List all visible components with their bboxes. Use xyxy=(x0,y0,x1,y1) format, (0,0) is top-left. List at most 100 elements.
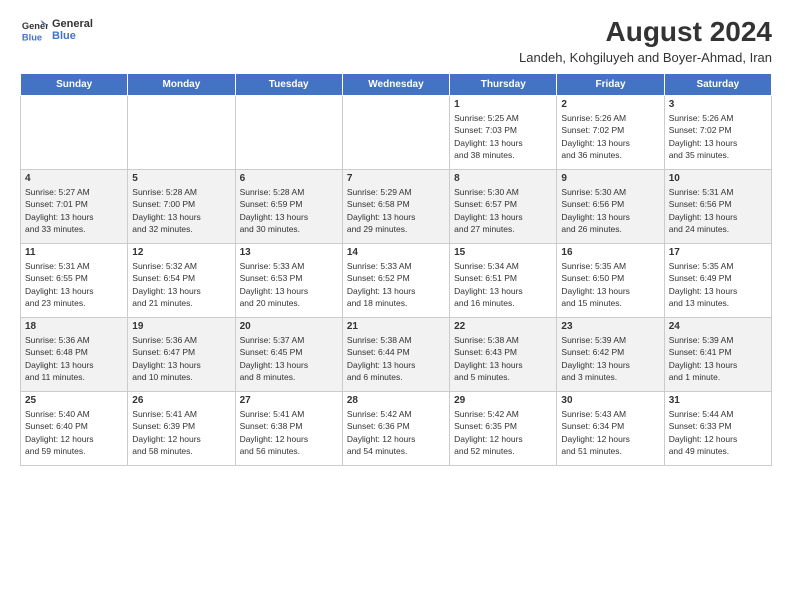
day-number: 27 xyxy=(240,395,338,406)
day-info: Sunrise: 5:41 AMSunset: 6:38 PMDaylight:… xyxy=(240,408,338,457)
calendar-day-cell: 1 Sunrise: 5:25 AMSunset: 7:03 PMDaylight… xyxy=(450,96,557,170)
day-info: Sunrise: 5:33 AMSunset: 6:52 PMDaylight:… xyxy=(347,260,445,309)
day-number: 24 xyxy=(669,321,767,332)
calendar-day-cell: 16Sunrise: 5:35 AMSunset: 6:50 PMDayligh… xyxy=(557,244,664,318)
calendar-day-cell: 8 Sunrise: 5:30 AMSunset: 6:57 PMDaylight… xyxy=(450,170,557,244)
day-info: Sunrise: 5:30 AMSunset: 6:57 PMDaylight:… xyxy=(454,186,552,235)
day-number: 4 xyxy=(25,173,123,184)
day-info: Sunrise: 5:30 AMSunset: 6:56 PMDaylight:… xyxy=(561,186,659,235)
weekday-header-cell: Thursday xyxy=(450,74,557,96)
calendar-day-cell: 27 Sunrise: 5:41 AMSunset: 6:38 PMDayligh… xyxy=(235,392,342,466)
weekday-header-cell: Sunday xyxy=(21,74,128,96)
calendar-day-cell: 30 Sunrise: 5:43 AMSunset: 6:34 PMDayligh… xyxy=(557,392,664,466)
calendar-day-cell: 22 Sunrise: 5:38 AMSunset: 6:43 PMDayligh… xyxy=(450,318,557,392)
calendar-day-cell: 15 Sunrise: 5:34 AMSunset: 6:51 PMDayligh… xyxy=(450,244,557,318)
main-title: August 2024 xyxy=(519,16,772,48)
day-info: Sunrise: 5:36 AMSunset: 6:48 PMDaylight:… xyxy=(25,334,123,383)
svg-text:Blue: Blue xyxy=(22,32,42,42)
day-info: Sunrise: 5:32 AMSunset: 6:54 PMDaylight:… xyxy=(132,260,230,309)
day-info: Sunrise: 5:26 AMSunset: 7:02 PMDaylight:… xyxy=(561,112,659,161)
day-info: Sunrise: 5:36 AMSunset: 6:47 PMDaylight:… xyxy=(132,334,230,383)
calendar-day-cell: 24 Sunrise: 5:39 AMSunset: 6:41 PMDayligh… xyxy=(664,318,771,392)
day-number: 23 xyxy=(561,321,659,332)
calendar-week-row: 1 Sunrise: 5:25 AMSunset: 7:03 PMDaylight… xyxy=(21,96,772,170)
day-number: 19 xyxy=(132,321,230,332)
calendar-day-cell: 19 Sunrise: 5:36 AMSunset: 6:47 PMDayligh… xyxy=(128,318,235,392)
day-info: Sunrise: 5:37 AMSunset: 6:45 PMDaylight:… xyxy=(240,334,338,383)
day-number: 18 xyxy=(25,321,123,332)
day-info: Sunrise: 5:38 AMSunset: 6:44 PMDaylight:… xyxy=(347,334,445,383)
day-info: Sunrise: 5:44 AMSunset: 6:33 PMDaylight:… xyxy=(669,408,767,457)
calendar-day-cell xyxy=(342,96,449,170)
day-number: 26 xyxy=(132,395,230,406)
calendar-day-cell: 26Sunrise: 5:41 AMSunset: 6:39 PMDayligh… xyxy=(128,392,235,466)
day-info: Sunrise: 5:42 AMSunset: 6:36 PMDaylight:… xyxy=(347,408,445,457)
calendar-day-cell xyxy=(235,96,342,170)
day-number: 13 xyxy=(240,247,338,258)
calendar-day-cell: 2 Sunrise: 5:26 AMSunset: 7:02 PMDaylight… xyxy=(557,96,664,170)
day-info: Sunrise: 5:39 AMSunset: 6:42 PMDaylight:… xyxy=(561,334,659,383)
day-number: 16 xyxy=(561,247,659,258)
day-number: 30 xyxy=(561,395,659,406)
calendar-day-cell: 31 Sunrise: 5:44 AMSunset: 6:33 PMDayligh… xyxy=(664,392,771,466)
day-number: 28 xyxy=(347,395,445,406)
calendar-day-cell: 10Sunrise: 5:31 AMSunset: 6:56 PMDayligh… xyxy=(664,170,771,244)
calendar-week-row: 18 Sunrise: 5:36 AMSunset: 6:48 PMDayligh… xyxy=(21,318,772,392)
day-info: Sunrise: 5:38 AMSunset: 6:43 PMDaylight:… xyxy=(454,334,552,383)
calendar-week-row: 11 Sunrise: 5:31 AMSunset: 6:55 PMDayligh… xyxy=(21,244,772,318)
day-info: Sunrise: 5:25 AMSunset: 7:03 PMDaylight:… xyxy=(454,112,552,161)
day-number: 9 xyxy=(561,173,659,184)
day-number: 21 xyxy=(347,321,445,332)
calendar-day-cell: 25 Sunrise: 5:40 AMSunset: 6:40 PMDayligh… xyxy=(21,392,128,466)
header: General Blue General Blue August 2024 La… xyxy=(20,16,772,65)
calendar-day-cell xyxy=(21,96,128,170)
day-number: 7 xyxy=(347,173,445,184)
day-info: Sunrise: 5:40 AMSunset: 6:40 PMDaylight:… xyxy=(25,408,123,457)
day-number: 11 xyxy=(25,247,123,258)
weekday-header-row: SundayMondayTuesdayWednesdayThursdayFrid… xyxy=(21,74,772,96)
day-info: Sunrise: 5:35 AMSunset: 6:49 PMDaylight:… xyxy=(669,260,767,309)
day-number: 3 xyxy=(669,99,767,110)
calendar-day-cell: 11 Sunrise: 5:31 AMSunset: 6:55 PMDayligh… xyxy=(21,244,128,318)
day-info: Sunrise: 5:39 AMSunset: 6:41 PMDaylight:… xyxy=(669,334,767,383)
calendar-day-cell: 4Sunrise: 5:27 AMSunset: 7:01 PMDaylight… xyxy=(21,170,128,244)
day-number: 12 xyxy=(132,247,230,258)
day-number: 6 xyxy=(240,173,338,184)
day-number: 25 xyxy=(25,395,123,406)
day-number: 17 xyxy=(669,247,767,258)
day-number: 2 xyxy=(561,99,659,110)
sub-title: Landeh, Kohgiluyeh and Boyer-Ahmad, Iran xyxy=(519,50,772,65)
day-info: Sunrise: 5:31 AMSunset: 6:55 PMDaylight:… xyxy=(25,260,123,309)
day-info: Sunrise: 5:28 AMSunset: 7:00 PMDaylight:… xyxy=(132,186,230,235)
logo: General Blue General Blue xyxy=(20,16,93,44)
day-number: 10 xyxy=(669,173,767,184)
day-info: Sunrise: 5:33 AMSunset: 6:53 PMDaylight:… xyxy=(240,260,338,309)
day-info: Sunrise: 5:42 AMSunset: 6:35 PMDaylight:… xyxy=(454,408,552,457)
calendar-day-cell: 28 Sunrise: 5:42 AMSunset: 6:36 PMDayligh… xyxy=(342,392,449,466)
day-number: 1 xyxy=(454,99,552,110)
weekday-header-cell: Friday xyxy=(557,74,664,96)
day-number: 5 xyxy=(132,173,230,184)
day-number: 22 xyxy=(454,321,552,332)
title-block: August 2024 Landeh, Kohgiluyeh and Boyer… xyxy=(519,16,772,65)
day-number: 15 xyxy=(454,247,552,258)
calendar-day-cell: 7Sunrise: 5:29 AMSunset: 6:58 PMDaylight… xyxy=(342,170,449,244)
calendar-table: SundayMondayTuesdayWednesdayThursdayFrid… xyxy=(20,73,772,466)
calendar-week-row: 4Sunrise: 5:27 AMSunset: 7:01 PMDaylight… xyxy=(21,170,772,244)
day-info: Sunrise: 5:43 AMSunset: 6:34 PMDaylight:… xyxy=(561,408,659,457)
calendar-day-cell: 14Sunrise: 5:33 AMSunset: 6:52 PMDayligh… xyxy=(342,244,449,318)
calendar-day-cell: 12 Sunrise: 5:32 AMSunset: 6:54 PMDayligh… xyxy=(128,244,235,318)
calendar-day-cell: 3Sunrise: 5:26 AMSunset: 7:02 PMDaylight… xyxy=(664,96,771,170)
calendar-week-row: 25 Sunrise: 5:40 AMSunset: 6:40 PMDayligh… xyxy=(21,392,772,466)
day-number: 8 xyxy=(454,173,552,184)
day-number: 29 xyxy=(454,395,552,406)
calendar-day-cell: 20Sunrise: 5:37 AMSunset: 6:45 PMDayligh… xyxy=(235,318,342,392)
calendar-day-cell: 6 Sunrise: 5:28 AMSunset: 6:59 PMDaylight… xyxy=(235,170,342,244)
calendar-day-cell xyxy=(128,96,235,170)
logo-icon: General Blue xyxy=(20,16,48,44)
day-info: Sunrise: 5:34 AMSunset: 6:51 PMDaylight:… xyxy=(454,260,552,309)
calendar-day-cell: 9 Sunrise: 5:30 AMSunset: 6:56 PMDaylight… xyxy=(557,170,664,244)
day-info: Sunrise: 5:28 AMSunset: 6:59 PMDaylight:… xyxy=(240,186,338,235)
calendar-day-cell: 18 Sunrise: 5:36 AMSunset: 6:48 PMDayligh… xyxy=(21,318,128,392)
day-number: 31 xyxy=(669,395,767,406)
